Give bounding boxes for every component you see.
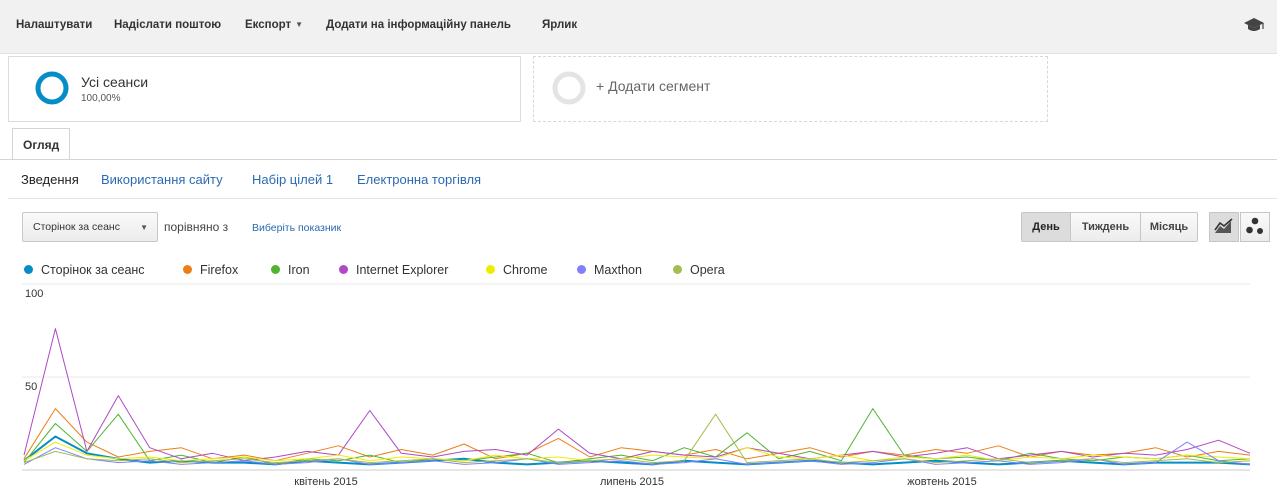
- legend-label: Iron: [288, 263, 310, 277]
- segment-name: Усі сеанси: [81, 74, 149, 90]
- legend-item[interactable]: Iron: [271, 263, 310, 277]
- line-chart: 100 50 квітень 2015 липень 2015 жовтень …: [22, 283, 1251, 488]
- legend-item[interactable]: Internet Explorer: [339, 263, 448, 277]
- subnav-summary[interactable]: Зведення: [21, 172, 79, 187]
- shortcut-button[interactable]: Ярлик: [542, 19, 577, 31]
- add-to-dashboard-button[interactable]: Додати на інформаційну панель: [326, 19, 511, 31]
- legend-label: Firefox: [200, 263, 239, 277]
- add-segment-button[interactable]: + Додати сегмент: [533, 56, 1048, 122]
- x-tick-label: липень 2015: [600, 476, 664, 488]
- subnav-site-usage[interactable]: Використання сайту: [101, 172, 223, 187]
- legend-dot-icon: [183, 265, 192, 274]
- metric-select[interactable]: Сторінок за сеанс ▼: [22, 212, 158, 242]
- export-button[interactable]: Експорт ▼: [245, 19, 303, 31]
- customize-button[interactable]: Налаштувати: [16, 19, 92, 31]
- segment-ring-icon: [35, 71, 69, 105]
- legend-dot-icon: [339, 265, 348, 274]
- series-lines: [23, 328, 1251, 466]
- y-tick-label: 100: [25, 288, 43, 300]
- period-day-button[interactable]: День: [1022, 213, 1070, 241]
- series-line: [23, 328, 1251, 462]
- subnav-divider: [8, 198, 1277, 199]
- metric-select-value: Сторінок за сеанс: [33, 221, 120, 233]
- add-segment-label: + Додати сегмент: [596, 78, 711, 94]
- legend-item[interactable]: Firefox: [183, 263, 238, 277]
- chevron-down-icon: ▼: [140, 223, 148, 232]
- tab-divider: [0, 159, 1277, 160]
- tab-overview[interactable]: Огляд: [12, 128, 71, 160]
- legend-dot-icon: [271, 265, 280, 274]
- chevron-down-icon: ▼: [295, 20, 304, 29]
- compare-label: порівняно з: [164, 220, 229, 234]
- period-week-button[interactable]: Тиждень: [1070, 213, 1140, 241]
- legend-dot-icon: [24, 265, 33, 274]
- legend-item[interactable]: Сторінок за сеанс: [24, 263, 145, 277]
- legend-dot-icon: [577, 265, 586, 274]
- motion-chart-button[interactable]: [1240, 212, 1270, 242]
- empty-segment-ring-icon: [552, 71, 586, 105]
- segment-all-sessions[interactable]: Усі сеанси 100,00%: [8, 56, 521, 122]
- series-line: [23, 408, 1251, 462]
- series-line: [23, 408, 1251, 465]
- subnav-ecommerce[interactable]: Електронна торгівля: [357, 172, 481, 187]
- graduation-cap-icon[interactable]: [1243, 16, 1265, 34]
- period-month-button[interactable]: Місяць: [1140, 213, 1197, 241]
- legend-label: Maxthon: [594, 263, 642, 277]
- legend-item[interactable]: Chrome: [486, 263, 547, 277]
- segment-percent: 100,00%: [81, 93, 121, 104]
- y-tick-label: 50: [25, 381, 37, 393]
- motion-chart-icon: [1246, 217, 1263, 234]
- x-tick-label: жовтень 2015: [907, 476, 976, 488]
- line-chart-button[interactable]: [1209, 212, 1239, 242]
- email-button[interactable]: Надіслати поштою: [114, 19, 221, 31]
- legend-label: Internet Explorer: [356, 263, 449, 277]
- report-toolbar: Налаштувати Надіслати поштою Експорт ▼ До…: [0, 0, 1277, 54]
- export-label: Експорт: [245, 19, 292, 31]
- line-chart-icon: [1214, 218, 1233, 233]
- legend-label: Opera: [690, 263, 725, 277]
- choose-metric-link[interactable]: Виберіть показник: [252, 222, 341, 234]
- x-tick-label: квітень 2015: [294, 476, 357, 488]
- legend-item[interactable]: Maxthon: [577, 263, 642, 277]
- legend-dot-icon: [486, 265, 495, 274]
- period-button-group: День Тиждень Місяць: [1021, 212, 1198, 242]
- subnav-goal-set-1[interactable]: Набір цілей 1: [252, 172, 333, 187]
- legend-item[interactable]: Opera: [673, 263, 725, 277]
- legend-label: Сторінок за сеанс: [41, 263, 145, 277]
- legend-label: Chrome: [503, 263, 548, 277]
- legend-dot-icon: [673, 265, 682, 274]
